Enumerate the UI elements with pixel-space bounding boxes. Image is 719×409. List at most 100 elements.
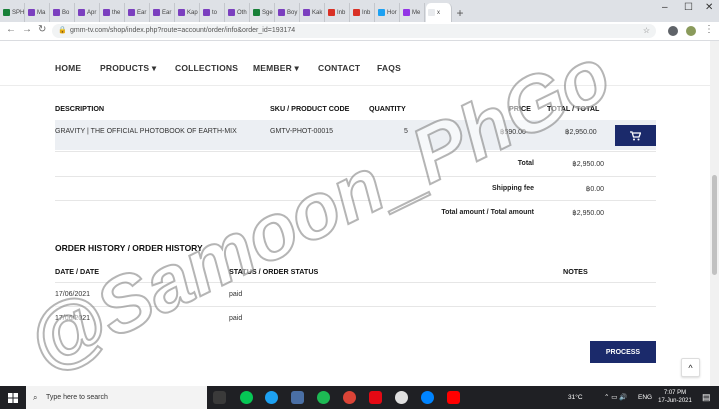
browser-tab[interactable]: Kap [176,3,200,22]
tab-favicon-icon [328,9,335,16]
tab-label: Hor [387,9,397,16]
taskbar-app-icon[interactable] [291,391,304,404]
summary-shipping-label: Shipping fee [492,185,534,192]
browser-tab[interactable]: Inb [351,3,375,22]
tab-favicon-icon [28,9,35,16]
browser-tab[interactable]: to [201,3,225,22]
bookmark-star-icon[interactable]: ☆ [643,24,650,38]
menu-dots-icon[interactable]: ⋮ [704,24,714,35]
minimize-button[interactable]: – [662,2,668,13]
taskbar-search-placeholder: Type here to search [46,394,108,401]
browser-tab[interactable]: the [101,3,125,22]
nav-contact[interactable]: CONTACT [318,63,360,73]
history-row-status: paid [229,315,243,322]
divider [55,176,656,177]
close-window-button[interactable]: ✕ [705,2,713,13]
browser-tab[interactable]: Bo [51,3,75,22]
tab-label: the [112,9,121,16]
col-price: PRICE [509,104,531,113]
messenger-icon[interactable] [421,391,434,404]
extension-icon[interactable] [668,26,678,36]
tab-favicon-icon [103,9,110,16]
scrollbar-thumb[interactable] [712,175,717,275]
chrome-icon[interactable] [343,391,356,404]
item-price: ฿590.00 [500,129,526,136]
item-total: ฿2,950.00 [565,129,597,136]
browser-tab[interactable]: Me [401,3,425,22]
reorder-cart-button[interactable] [615,125,656,146]
browser-tab[interactable]: Ma [26,3,50,22]
summary-grand-total-value: ฿2,950.00 [572,210,604,217]
history-row-date: 17/06/2021 [55,315,91,322]
windows-start-icon[interactable] [0,386,26,409]
tab-favicon-icon [3,9,10,16]
netflix-icon[interactable] [369,391,382,404]
browser-tab[interactable]: Ear [151,3,175,22]
summary-grand-total-label: Total amount / Total amount [441,209,534,216]
url-input[interactable]: 🔒 gmm-tv.com/shop/index.php?route=accoun… [52,24,656,38]
tab-label: Sge [262,9,273,16]
tab-label: Boy [287,9,298,16]
tab-favicon-icon [278,9,285,16]
tab-favicon-icon [178,9,185,16]
weather-text[interactable]: 31°C [568,386,583,409]
browser-tab[interactable]: Kak [301,3,325,22]
browser-tab[interactable]: Inb [326,3,350,22]
url-text: gmm-tv.com/shop/index.php?route=account/… [70,27,296,34]
reload-icon[interactable]: ↻ [38,24,46,35]
summary-total-label: Total [517,160,534,167]
scroll-to-top-button[interactable]: ^ [681,358,700,377]
maximize-button[interactable]: ☐ [684,2,693,13]
spotify-icon[interactable] [317,391,330,404]
profile-avatar[interactable] [686,26,696,36]
tab-favicon-icon [353,9,360,16]
language-indicator[interactable]: ENG [638,386,652,409]
tab-favicon-icon [128,9,135,16]
tab-favicon-icon [78,9,85,16]
tab-label: Ma [37,9,46,16]
tab-favicon-icon [253,9,260,16]
tab-label: Inb [337,9,346,16]
twitter-app-icon[interactable] [265,391,278,404]
divider [55,151,656,152]
nav-faqs[interactable]: FAQS [377,63,401,73]
notifications-icon[interactable]: ▤ [702,386,711,409]
item-quantity: 5 [404,128,408,135]
taskbar-clock[interactable]: 7:07 PM 17-Jun-2021 [656,389,694,405]
browser-tab[interactable]: Hor [376,3,400,22]
youtube-icon[interactable] [447,391,460,404]
browser-tab[interactable]: Ear [126,3,150,22]
tab-label: x [437,9,440,16]
taskbar-search-input[interactable]: ⌕ Type here to search [26,386,207,409]
back-icon[interactable]: ← [6,24,16,35]
summary-shipping-value: ฿0.00 [585,186,604,193]
task-view-icon[interactable] [213,391,226,404]
browser-tab[interactable]: Sge [251,3,275,22]
nav-collections[interactable]: COLLECTIONS [175,63,238,73]
tab-favicon-icon [203,9,210,16]
process-button[interactable]: PROCESS [590,341,656,363]
browser-tab[interactable]: Apr [76,3,100,22]
browser-tab-strip: SPH Ma Bo Apr the Ear Ear Kap to Oth Sge Boy Kak Inb I… [0,0,719,22]
forward-icon[interactable]: → [22,24,32,35]
nav-home[interactable]: HOME [55,63,81,73]
address-bar: ← → ↻ 🔒 gmm-tv.com/shop/index.php?route=… [0,22,719,41]
taskbar-app-icon[interactable] [395,391,408,404]
divider [55,306,656,307]
browser-tab[interactable]: SPH [1,3,25,22]
tray-icons[interactable]: ⌃ ▭ 🔊 [604,386,627,409]
new-tab-button[interactable]: + [452,3,468,22]
browser-tab[interactable]: x [426,3,452,22]
tab-label: Ear [162,9,172,16]
col-total: TOTAL / TOTAL [547,104,600,113]
browser-tab[interactable]: Oth [226,3,250,22]
item-description: GRAVITY | THE OFFICIAL PHOTOBOOK OF EART… [55,128,237,135]
tab-favicon-icon [303,9,310,16]
line-app-icon[interactable] [240,391,253,404]
browser-tab[interactable]: Boy [276,3,300,22]
divider [55,282,656,283]
nav-member[interactable]: MEMBER ▾ [253,63,299,74]
tab-favicon-icon [428,9,435,16]
nav-products[interactable]: PRODUCTS ▾ [100,63,156,74]
col-quantity: QUANTITY [369,104,406,113]
